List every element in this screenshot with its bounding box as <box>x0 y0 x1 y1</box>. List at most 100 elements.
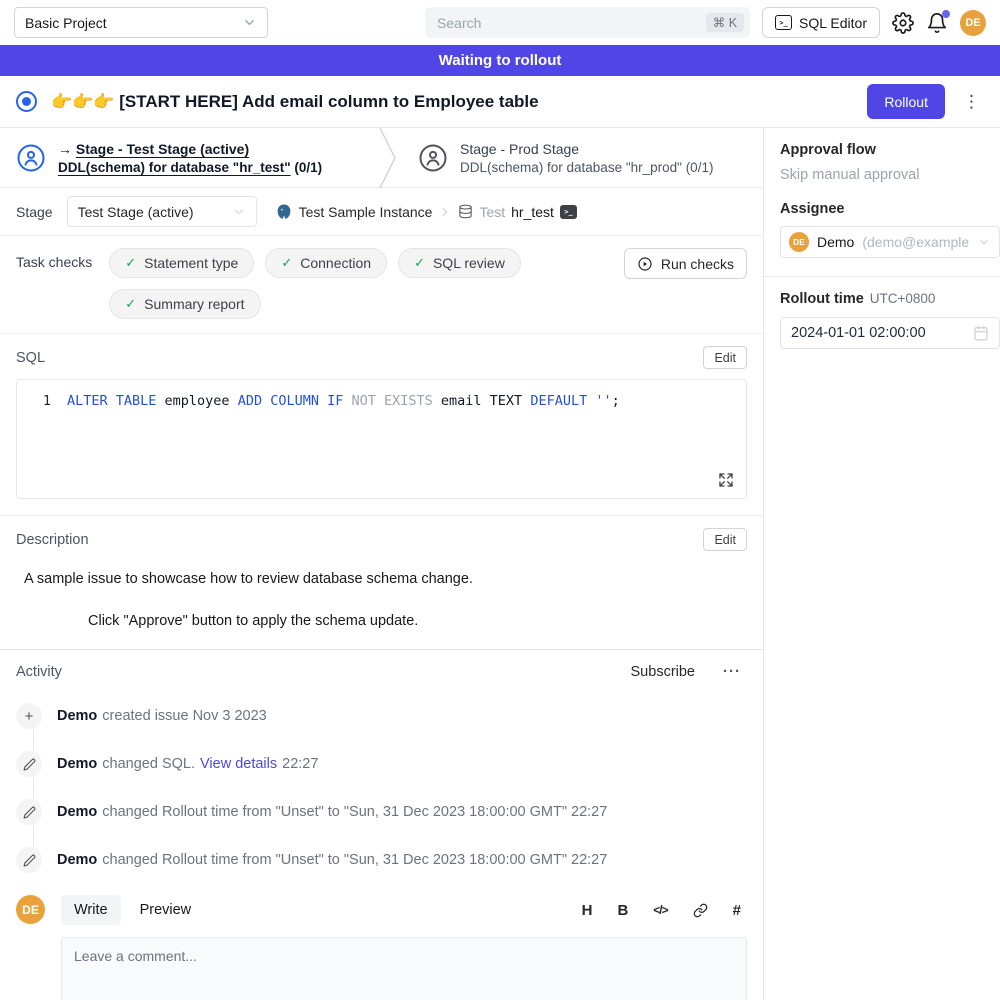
notification-dot <box>942 10 950 18</box>
database-name[interactable]: hr_test <box>511 204 554 220</box>
project-selector-value: Basic Project <box>25 15 107 31</box>
bold-format-button[interactable]: B <box>617 902 628 919</box>
line-number: 1 <box>29 393 51 409</box>
stage-arrow: → <box>58 141 72 157</box>
search-input[interactable] <box>435 14 698 32</box>
check-pass-icon: ✓ <box>414 255 425 271</box>
approval-flow-value: Skip manual approval <box>780 167 1000 183</box>
run-checks-button[interactable]: Run checks <box>624 248 747 279</box>
stage-pipeline: → Stage - Test Stage (active) DDL(schema… <box>0 128 763 188</box>
timezone-label: UTC+0800 <box>870 291 936 306</box>
stage-prod-task: DDL(schema) for database "hr_prod" (0/1) <box>460 160 713 175</box>
stage-prod-stage[interactable]: Stage - Prod Stage DDL(schema) for datab… <box>402 128 729 187</box>
expand-sql-button[interactable] <box>716 470 736 490</box>
stage-select-value: Test Stage (active) <box>78 204 194 220</box>
sql-editor-button[interactable]: >_ SQL Editor <box>762 7 880 38</box>
description-line-2: Click "Approve" button to apply the sche… <box>88 613 747 629</box>
activity-item: + Democreated issue Nov 3 2023 <box>16 703 747 729</box>
tab-write[interactable]: Write <box>61 895 121 925</box>
check-statement-type[interactable]: ✓Statement type <box>109 248 254 278</box>
heading-format-button[interactable]: H <box>582 902 593 919</box>
rollout-button[interactable]: Rollout <box>867 84 945 119</box>
pencil-icon <box>16 799 42 825</box>
activity-text: changed Rollout time from "Unset" to "Su… <box>102 852 607 868</box>
activity-section: Activity Subscribe ··· + Democreated iss… <box>0 650 763 881</box>
top-bar: Basic Project ⌘ K >_ SQL Editor DE <box>0 0 1000 45</box>
activity-text: created issue Nov 3 2023 <box>102 708 266 724</box>
stage-test-title: → Stage - Test Stage (active) <box>58 141 322 157</box>
editor-toolbar: Write Preview H B </> # <box>61 895 747 925</box>
settings-button[interactable] <box>892 12 914 34</box>
sql-section: SQL Edit 1ALTER TABLE employee ADD COLUM… <box>0 334 763 516</box>
stage-select[interactable]: Test Stage (active) <box>67 196 257 227</box>
rollout-time-input[interactable]: 2024-01-01 02:00:00 <box>780 317 1000 349</box>
project-selector[interactable]: Basic Project <box>14 7 268 38</box>
run-icon <box>637 256 653 272</box>
assignee-avatar: DE <box>789 232 809 252</box>
comment-input[interactable] <box>61 937 747 1000</box>
plus-icon: + <box>16 703 42 729</box>
check-summary-report[interactable]: ✓Summary report <box>109 289 260 319</box>
stage-selector-row: Stage Test Stage (active) Test Sample In… <box>0 188 763 236</box>
database-icon <box>458 204 473 219</box>
assignee-select[interactable]: DE Demo (demo@example <box>780 226 1000 258</box>
assignee-name: Demo <box>817 234 854 250</box>
activity-more-button[interactable]: ··· <box>717 662 747 681</box>
gear-icon <box>892 12 914 34</box>
check-pass-icon: ✓ <box>125 296 136 312</box>
stage-divider-chevron <box>378 128 402 188</box>
check-sql-review[interactable]: ✓SQL review <box>398 248 521 278</box>
assignee-email: (demo@example <box>862 234 969 250</box>
approval-assignee-section: Approval flow Skip manual approval Assig… <box>764 128 1000 277</box>
activity-user: Demo <box>57 804 97 820</box>
description-label: Description <box>16 532 89 548</box>
description-edit-button[interactable]: Edit <box>703 528 747 551</box>
rollout-time-section: Rollout timeUTC+0800 2024-01-01 02:00:00 <box>764 277 1000 367</box>
sql-edit-button[interactable]: Edit <box>703 346 747 369</box>
chevron-down-icon <box>232 205 246 219</box>
hash-format-button[interactable]: # <box>733 902 741 919</box>
rollout-time-label: Rollout timeUTC+0800 <box>780 291 1000 307</box>
search-box[interactable]: ⌘ K <box>425 7 750 38</box>
user-avatar[interactable]: DE <box>960 10 986 36</box>
chevron-right-icon <box>438 205 452 219</box>
activity-text: changed Rollout time from "Unset" to "Su… <box>102 804 607 820</box>
right-sidebar: Approval flow Skip manual approval Assig… <box>763 128 1000 1000</box>
main-panel: → Stage - Test Stage (active) DDL(schema… <box>0 128 763 1000</box>
notifications-button[interactable] <box>926 12 948 34</box>
assignee-icon-inactive <box>418 143 448 173</box>
code-format-button[interactable]: </> <box>653 903 667 917</box>
task-checks-label: Task checks <box>16 254 92 270</box>
comment-editor: DE … Write Preview H B </> # <box>0 881 763 1000</box>
open-in-sql-editor-icon[interactable]: >_ <box>560 205 577 219</box>
check-pass-icon: ✓ <box>281 255 292 271</box>
activity-user: Demo <box>57 852 97 868</box>
status-banner: Waiting to rollout <box>0 45 1000 76</box>
instance-name[interactable]: Test Sample Instance <box>299 204 433 220</box>
activity-text: changed SQL. <box>102 756 195 772</box>
check-pass-icon: ✓ <box>125 255 136 271</box>
check-pills: ✓Statement type ✓Connection ✓SQL review … <box>109 248 539 319</box>
database-breadcrumb: Test Sample Instance Test hr_test >_ <box>275 203 577 221</box>
issue-status-icon <box>16 91 37 112</box>
issue-menu-button[interactable]: ⋮ <box>959 92 984 112</box>
description-section: Description Edit A sample issue to showc… <box>0 516 763 650</box>
sql-code-block[interactable]: 1ALTER TABLE employee ADD COLUMN IF NOT … <box>16 379 747 499</box>
activity-item: Demo changed Rollout time from "Unset" to… <box>16 847 747 873</box>
tab-preview[interactable]: Preview <box>127 895 205 925</box>
rollout-time-value: 2024-01-01 02:00:00 <box>791 325 926 341</box>
issue-header: 👉👉👉 [START HERE] Add email column to Emp… <box>0 76 1000 128</box>
expand-icon <box>718 472 734 488</box>
subscribe-button[interactable]: Subscribe <box>625 663 701 681</box>
stage-test-stage[interactable]: → Stage - Test Stage (active) DDL(schema… <box>0 128 378 187</box>
chevron-down-icon <box>242 15 257 30</box>
link-format-button[interactable] <box>693 903 708 918</box>
activity-item: Demochanged SQL.View details22:27 <box>16 751 747 777</box>
chevron-down-icon <box>977 235 991 249</box>
check-connection[interactable]: ✓Connection <box>265 248 387 278</box>
view-details-link[interactable]: View details <box>200 756 277 772</box>
activity-user: Demo <box>57 756 97 772</box>
timeline-connector <box>33 825 34 847</box>
timeline-connector <box>33 777 34 799</box>
comment-avatar-wrap: DE … <box>16 895 45 1000</box>
